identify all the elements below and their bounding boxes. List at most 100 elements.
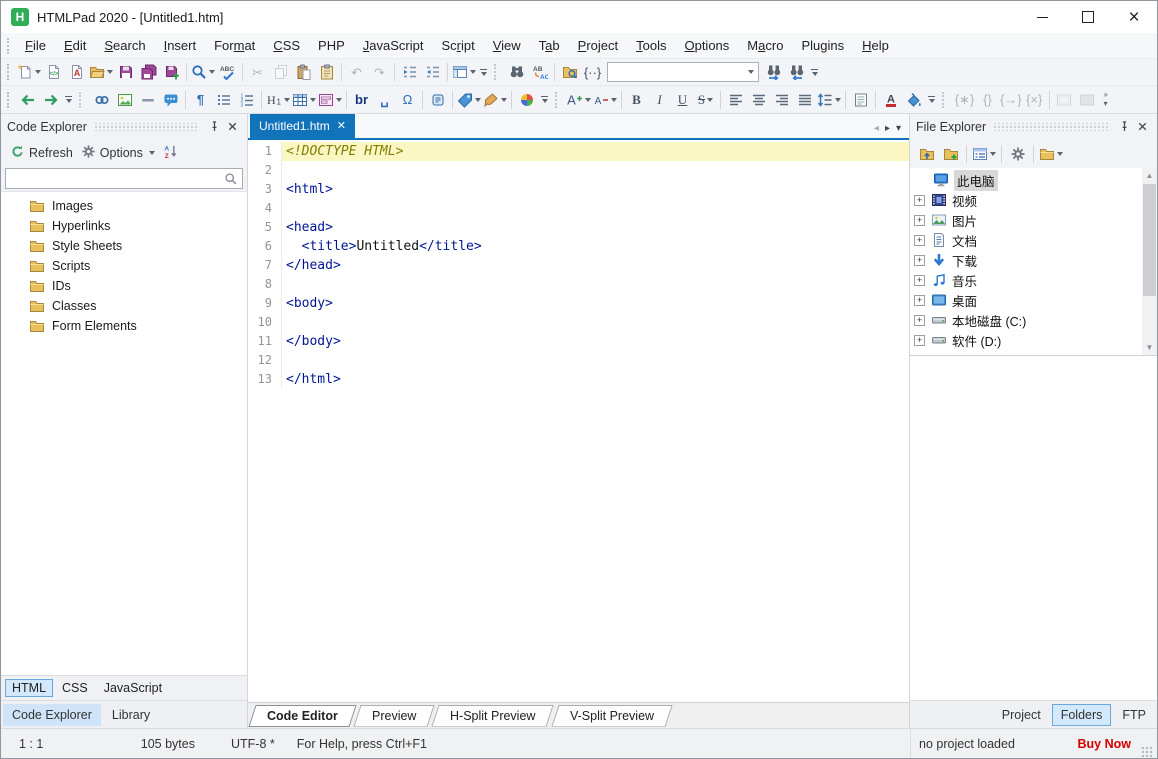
tab-ftp[interactable]: FTP <box>1113 704 1155 726</box>
tab-code-editor[interactable]: Code Editor <box>248 705 356 727</box>
scroll-up-icon[interactable]: ▲ <box>1142 168 1157 183</box>
tab-v-split-preview[interactable]: V-Split Preview <box>551 705 672 727</box>
add-favorite-folder-button[interactable] <box>939 142 962 165</box>
toolbar-group-grip[interactable] <box>79 92 86 108</box>
find-in-files-button[interactable] <box>558 61 581 84</box>
code-line-10[interactable]: 10 <box>248 313 909 332</box>
tab-h-split-preview[interactable]: H-Split Preview <box>432 705 555 727</box>
resize-grip[interactable] <box>1141 746 1153 758</box>
menu-css[interactable]: CSS <box>264 35 309 56</box>
code-line-7[interactable]: 7</head> <box>248 256 909 275</box>
special-character-button[interactable]: Ω <box>396 88 419 111</box>
heading-button[interactable]: H1 <box>265 88 291 111</box>
minimize-button[interactable] <box>1019 1 1065 33</box>
regex-search-button[interactable]: {··} <box>581 61 604 84</box>
format-painter-button[interactable] <box>482 88 508 111</box>
menu-project[interactable]: Project <box>569 35 627 56</box>
menu-javascript[interactable]: JavaScript <box>354 35 433 56</box>
code-line-2[interactable]: 2 <box>248 161 909 180</box>
comment-button[interactable] <box>159 88 182 111</box>
expand-icon[interactable]: + <box>914 315 925 326</box>
menu-php[interactable]: PHP <box>309 35 354 56</box>
indent-button[interactable] <box>398 61 421 84</box>
menu-options[interactable]: Options <box>675 35 738 56</box>
document-tab-untitled1[interactable]: Untitled1.htm ✕ <box>250 114 355 138</box>
menu-tab[interactable]: Tab <box>530 35 569 56</box>
font-size-decrease-button[interactable]: A <box>592 88 618 111</box>
code-explorer-folder-hyperlinks[interactable]: Hyperlinks <box>1 216 247 236</box>
save-all-button[interactable] <box>137 61 160 84</box>
options-button[interactable]: Options <box>78 142 158 164</box>
align-left-button[interactable] <box>724 88 747 111</box>
unordered-list-button[interactable] <box>212 88 235 111</box>
find-previous-button[interactable] <box>785 61 808 84</box>
tab-code-explorer[interactable]: Code Explorer <box>3 704 101 726</box>
new-html-document-button[interactable]: </> <box>42 61 65 84</box>
file-explorer-pin-icon[interactable] <box>1115 118 1133 136</box>
code-line-12[interactable]: 12 <box>248 351 909 370</box>
main-toolbar-overflow-button[interactable]: » ▾ <box>1099 88 1113 112</box>
tree-item-此电脑[interactable]: 此电脑 <box>914 170 1142 190</box>
navigate-overflow-button[interactable] <box>62 88 75 111</box>
replace-button[interactable]: ABAC <box>528 61 551 84</box>
code-explorer-close-icon[interactable] <box>223 118 241 136</box>
code-line-4[interactable]: 4 <box>248 199 909 218</box>
buy-now-link[interactable]: Buy Now <box>1078 737 1131 751</box>
expand-icon[interactable]: + <box>914 335 925 346</box>
search-toolbar-overflow-button[interactable] <box>808 61 821 84</box>
tree-item-图片[interactable]: +图片 <box>914 210 1142 230</box>
navigate-back-button[interactable] <box>16 88 39 111</box>
toolbar-group-grip[interactable] <box>555 92 562 108</box>
tab-library[interactable]: Library <box>103 704 159 726</box>
spell-check-button[interactable]: ABC <box>216 61 239 84</box>
code-explorer-search-input[interactable] <box>6 170 224 188</box>
tag-button[interactable] <box>456 88 482 111</box>
justify-button[interactable] <box>793 88 816 111</box>
menubar-grip[interactable] <box>7 38 12 54</box>
quick-search-combobox[interactable] <box>607 62 759 82</box>
menu-tools[interactable]: Tools <box>627 35 675 56</box>
tree-item-软件 (D:)[interactable]: +软件 (D:) <box>914 330 1142 350</box>
line-break-button[interactable]: br <box>350 88 373 111</box>
scroll-tabs-left-icon[interactable]: ◂ <box>874 123 879 134</box>
find-button[interactable] <box>505 61 528 84</box>
menu-view[interactable]: View <box>484 35 530 56</box>
tab-list-dropdown-icon[interactable]: ▾ <box>896 123 901 134</box>
sort-az-button[interactable]: AZ <box>160 142 181 164</box>
expand-icon[interactable]: + <box>914 215 925 226</box>
menu-format[interactable]: Format <box>205 35 264 56</box>
clipboard-viewer-button[interactable] <box>315 61 338 84</box>
navigate-forward-button[interactable] <box>39 88 62 111</box>
image-button[interactable] <box>113 88 136 111</box>
new-style-document-button[interactable]: A <box>65 61 88 84</box>
toolbar-group-grip[interactable] <box>942 92 949 108</box>
table-button[interactable] <box>291 88 317 111</box>
paragraph-button[interactable]: ¶ <box>189 88 212 111</box>
menu-macro[interactable]: Macro <box>738 35 792 56</box>
maximize-button[interactable] <box>1065 1 1111 33</box>
tab-project[interactable]: Project <box>993 704 1050 726</box>
tree-item-视频[interactable]: +视频 <box>914 190 1142 210</box>
code-explorer-folder-images[interactable]: Images <box>1 196 247 216</box>
menu-search[interactable]: Search <box>95 35 154 56</box>
color-picker-button[interactable] <box>515 88 538 111</box>
scrollbar-thumb[interactable] <box>1143 184 1156 296</box>
tab-html[interactable]: HTML <box>5 679 53 697</box>
tree-item-桌面[interactable]: +桌面 <box>914 290 1142 310</box>
expand-icon[interactable]: + <box>914 295 925 306</box>
parent-folder-button[interactable] <box>915 142 938 165</box>
close-button[interactable] <box>1111 1 1157 33</box>
tab-preview[interactable]: Preview <box>353 705 435 727</box>
paste-button[interactable] <box>292 61 315 84</box>
code-explorer-pin-icon[interactable] <box>205 118 223 136</box>
code-line-8[interactable]: 8 <box>248 275 909 294</box>
menu-plugins[interactable]: Plugins <box>792 35 853 56</box>
code-explorer-drag-dots[interactable] <box>94 123 198 131</box>
expand-icon[interactable]: + <box>914 255 925 266</box>
code-explorer-folder-style-sheets[interactable]: Style Sheets <box>1 236 247 256</box>
non-breaking-space-button[interactable]: ␣ <box>373 88 396 111</box>
menu-insert[interactable]: Insert <box>155 35 206 56</box>
script-block-button[interactable] <box>426 88 449 111</box>
code-line-9[interactable]: 9<body> <box>248 294 909 313</box>
refresh-button[interactable]: Refresh <box>7 142 76 164</box>
